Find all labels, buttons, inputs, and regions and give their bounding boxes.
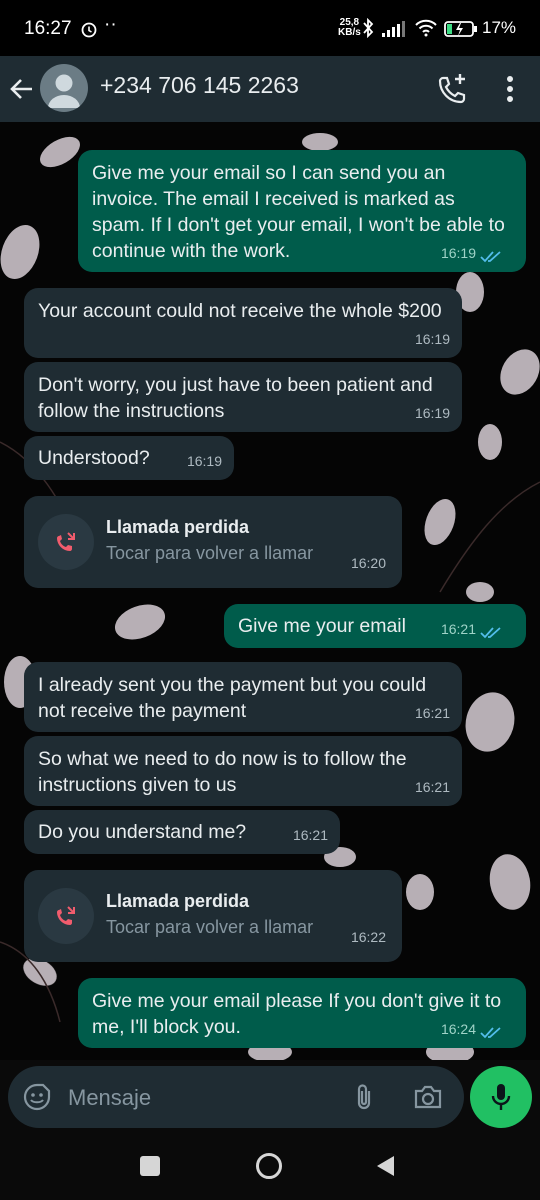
camera-icon[interactable] [412,1082,444,1112]
message-time: 16:20 [350,555,386,571]
message-text: I already sent you the payment but you c… [38,674,427,722]
message-time: 16:21 [292,827,328,843]
message-time: 16:19 [414,405,450,421]
battery-percent: 17% [482,18,517,37]
status-bar: 16:27 ·· 25,8 KB/s 17% [0,0,540,56]
read-ticks-icon [480,627,501,639]
call-title: Llamada perdida [106,517,250,537]
message-outgoing[interactable]: Give me your email so I can send you an … [78,150,526,272]
default-avatar-icon [48,74,80,108]
microphone-icon [491,1084,511,1110]
voice-message-button[interactable] [470,1066,532,1128]
more-notifications-icon: ·· [104,14,117,35]
missed-call-icon-bg [38,514,94,570]
message-time: 16:21 [414,779,450,795]
avatar[interactable] [40,64,88,112]
message-time: 16:22 [350,929,386,945]
read-ticks-icon [480,251,501,263]
message-incoming[interactable]: I already sent you the payment but you c… [24,662,462,732]
sticker-emoji-icon[interactable] [22,1082,52,1112]
missed-call-icon [57,906,75,925]
call-subtitle: Tocar para volver a llamar [106,543,314,563]
message-time: 16:24 [440,1021,476,1037]
attach-icon[interactable] [352,1082,376,1112]
net-speed: 25,8 KB/s [338,18,361,38]
message-text: Don't worry, you just have to been patie… [38,374,433,422]
call-subtitle: Tocar para volver a llamar [106,917,314,937]
message-time: 16:19 [186,453,222,469]
chat-area[interactable]: Give me your email so I can send you an … [0,122,540,1060]
battery-icon [444,21,477,37]
message-incoming[interactable]: Don't worry, you just have to been patie… [24,362,462,432]
bluetooth-icon [363,18,374,38]
missed-call-icon [57,532,75,551]
missed-call-card[interactable]: Llamada perdida Tocar para volver a llam… [24,496,402,588]
add-call-icon[interactable] [436,72,470,106]
missed-call-icon-bg [38,888,94,944]
message-time: 16:21 [440,621,476,637]
message-text: Understood? [38,447,150,469]
system-nav-bar [0,1134,540,1200]
message-outgoing[interactable]: Give me your email please If you don't g… [78,978,526,1048]
message-text: Give me your email [238,615,406,637]
wifi-icon [415,19,437,37]
home-button[interactable] [256,1153,282,1179]
recents-button[interactable] [140,1156,160,1176]
message-outgoing[interactable]: Give me your email 16:21 [224,604,526,648]
message-text: Do you understand me? [38,821,247,843]
call-title: Llamada perdida [106,891,250,911]
message-time: 16:19 [440,245,476,261]
missed-call-card[interactable]: Llamada perdida Tocar para volver a llam… [24,870,402,962]
message-time: 16:21 [414,705,450,721]
back-button[interactable] [374,1154,396,1178]
net-speed-unit: KB/s [338,27,361,38]
message-incoming[interactable]: Your account could not receive the whole… [24,288,462,358]
message-incoming[interactable]: Understood? 16:19 [24,436,234,480]
more-options-icon[interactable] [500,72,520,106]
message-composer [8,1066,464,1128]
read-ticks-icon [480,1027,501,1039]
message-input[interactable] [66,1080,340,1116]
alarm-icon [81,22,97,38]
back-arrow-icon[interactable] [8,75,36,103]
message-time: 16:19 [414,331,450,347]
signal-icon [382,21,405,37]
message-incoming[interactable]: So what we need to do now is to follow t… [24,736,462,806]
status-time: 16:27 [24,18,72,39]
message-text: Your account could not receive the whole… [38,300,442,322]
message-incoming[interactable]: Do you understand me? 16:21 [24,810,340,854]
chat-header: +234 706 145 2263 [0,56,540,122]
message-text: So what we need to do now is to follow t… [38,748,407,796]
contact-name[interactable]: +234 706 145 2263 [100,72,299,99]
